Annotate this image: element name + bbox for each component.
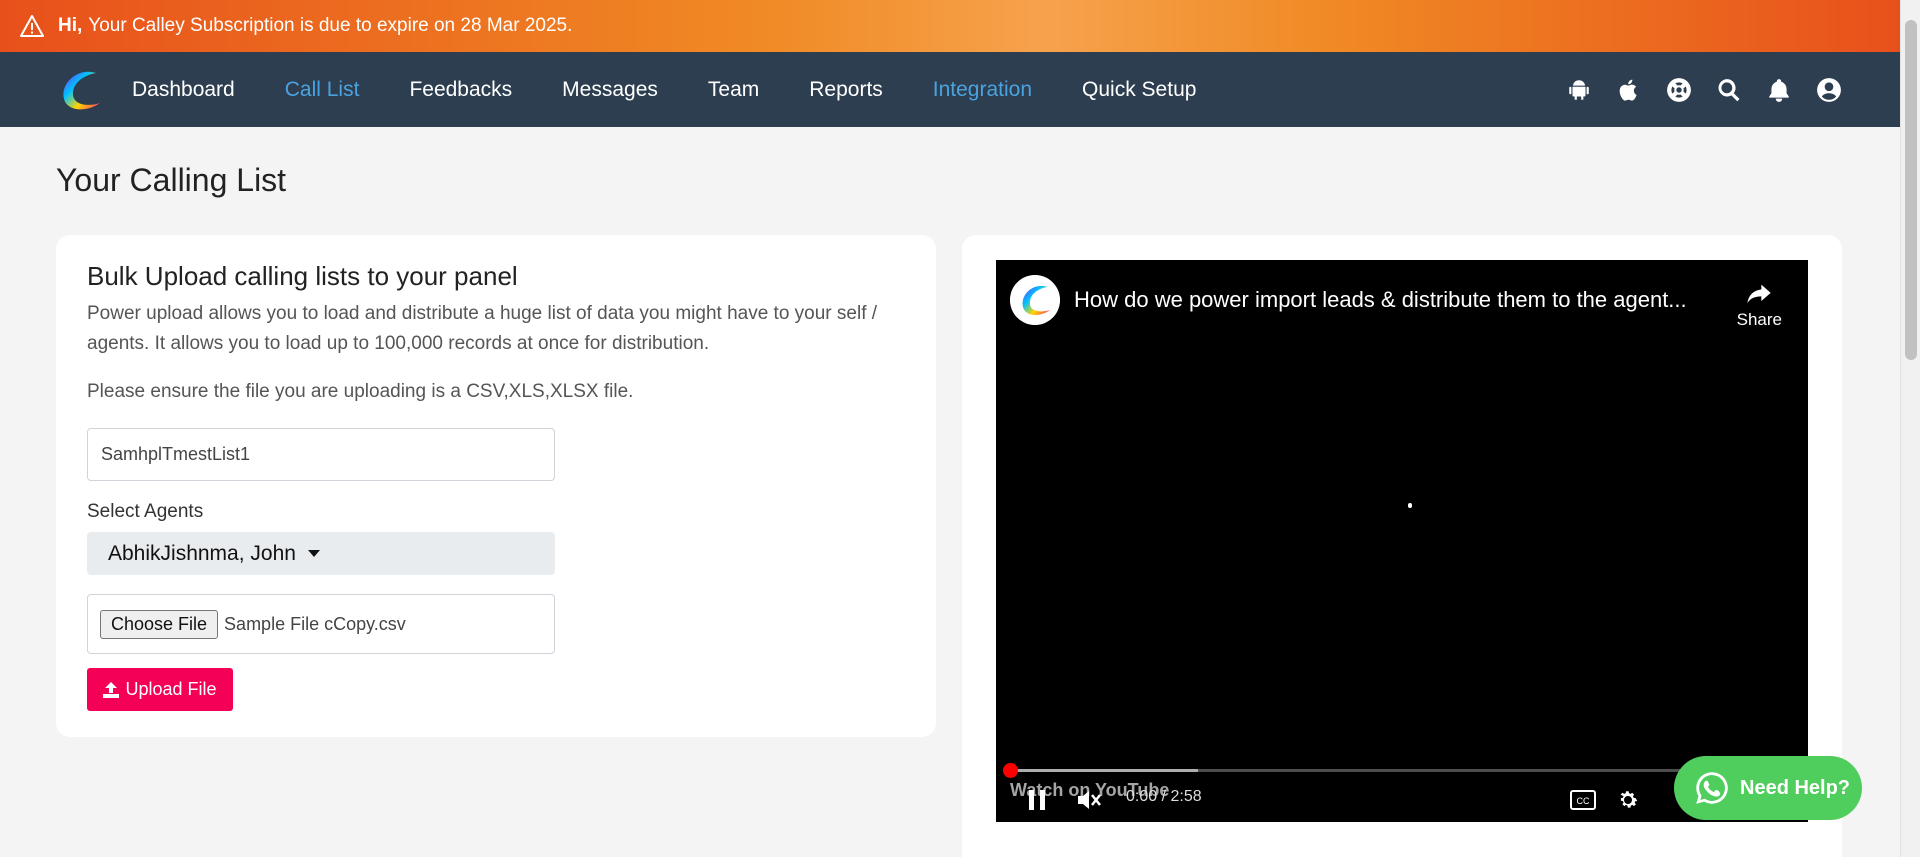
nav-messages[interactable]: Messages [562,78,658,102]
subscription-banner: Hi, Your Calley Subscription is due to e… [0,0,1900,52]
video-time: 0:00 / 2:58 [1126,788,1202,805]
mute-icon[interactable] [1076,788,1102,812]
file-input[interactable]: Choose File Sample File cCopy.csv [87,594,555,654]
channel-avatar[interactable] [1010,275,1060,325]
captions-icon[interactable]: CC [1570,790,1596,810]
nav-dashboard[interactable]: Dashboard [132,78,235,102]
search-icon[interactable] [1716,77,1742,103]
svg-text:CC: CC [1577,796,1590,806]
scrollbar-thumb[interactable] [1905,20,1917,360]
nav-icon-group [1566,52,1842,127]
upload-description: Power upload allows you to load and dist… [87,303,878,354]
select-agents-label: Select Agents [87,501,204,522]
share-icon [1747,284,1771,304]
bell-icon[interactable] [1766,77,1792,103]
upload-file-button[interactable]: Upload File [87,668,233,711]
buffered-bar [1008,769,1198,772]
apple-icon[interactable] [1616,77,1642,103]
upload-icon [103,681,120,698]
nav-feedbacks[interactable]: Feedbacks [409,78,512,102]
nav-quick-setup[interactable]: Quick Setup [1082,78,1196,102]
agents-selected-value: AbhikJishnma, John [108,541,296,565]
share-label: Share [1736,310,1782,329]
need-help-button[interactable]: Need Help? [1674,756,1862,820]
upload-heading: Bulk Upload calling lists to your panel [87,261,518,291]
page-scrollbar[interactable] [1900,0,1920,857]
calley-logo[interactable] [56,65,106,115]
youtube-player[interactable]: How do we power import leads & distribut… [996,260,1808,822]
share-button[interactable]: Share [1737,280,1782,330]
support-icon[interactable] [1666,77,1692,103]
nav-team[interactable]: Team [708,78,759,102]
file-type-note: Please ensure the file you are uploading… [87,381,634,402]
loading-indicator [1408,503,1412,508]
scrubber-handle[interactable] [1003,763,1018,778]
banner-message: Your Calley Subscription is due to expir… [88,15,573,36]
bulk-upload-card: Bulk Upload calling lists to your panel … [56,235,936,737]
selected-file-name: Sample File cCopy.csv [224,613,406,634]
upload-button-label: Upload File [125,679,217,699]
list-name-input[interactable] [87,428,555,481]
banner-greeting: Hi, [58,15,83,36]
agents-dropdown[interactable]: AbhikJishnma, John [87,532,555,575]
caret-down-icon [307,550,320,557]
need-help-label: Need Help? [1740,776,1851,799]
nav-integration[interactable]: Integration [933,78,1032,102]
top-navbar: Dashboard Call List Feedbacks Messages T… [0,52,1900,127]
settings-icon[interactable] [1616,788,1640,812]
android-icon[interactable] [1566,77,1592,103]
whatsapp-icon [1696,772,1728,804]
nav-call-list[interactable]: Call List [285,78,360,102]
choose-file-button[interactable]: Choose File [100,609,219,639]
nav-reports[interactable]: Reports [809,78,883,102]
pause-icon[interactable] [1026,788,1048,812]
user-icon[interactable] [1816,77,1842,103]
warning-icon [20,15,44,37]
page-title: Your Calling List [56,162,287,198]
video-title[interactable]: How do we power import leads & distribut… [1074,287,1687,313]
